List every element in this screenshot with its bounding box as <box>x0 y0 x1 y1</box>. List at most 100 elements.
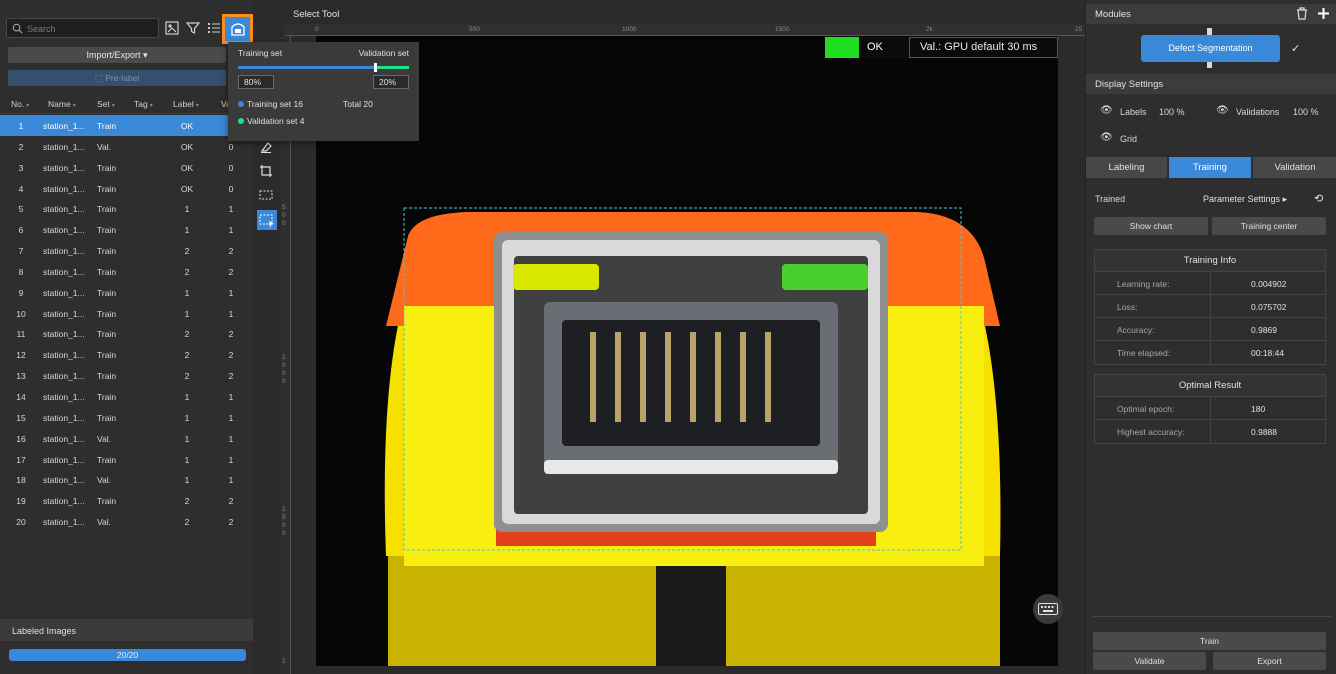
table-row[interactable]: 8 station_1... Train 2 2 <box>0 261 253 282</box>
table-row[interactable]: 15 station_1... Train 1 1 <box>0 407 253 428</box>
cell-no: 19 <box>16 496 26 507</box>
cell-no: 9 <box>18 287 24 298</box>
ruler-tick: 2k <box>926 26 933 33</box>
table-row[interactable]: 6 station_1... Train 1 1 <box>0 219 253 240</box>
cell-name: station_1... <box>43 412 85 423</box>
cell-set: Train <box>97 266 117 277</box>
info-key: Optimal epoch: <box>1117 404 1175 414</box>
parameter-settings-link[interactable]: Parameter Settings ▸ <box>1203 194 1287 205</box>
tab-labeling[interactable]: Labeling <box>1086 157 1167 178</box>
image-canvas[interactable] <box>316 36 1058 666</box>
table-row[interactable]: 16 station_1... Val. 1 1 <box>0 428 253 449</box>
trash-icon[interactable] <box>1296 7 1308 20</box>
table-row[interactable]: 12 station_1... Train 2 2 <box>0 344 253 365</box>
column-header[interactable]: Name ▾ <box>48 99 76 109</box>
ruler-tick: 0 <box>315 26 319 33</box>
modules-title: Modules <box>1095 9 1131 20</box>
labels-opacity[interactable]: 100 % <box>1159 107 1185 117</box>
ruler-horizontal: 0 500 1000 1500 2k 25 <box>285 24 1085 36</box>
cell-va: 2 <box>228 496 234 507</box>
cell-name: station_1... <box>43 141 85 152</box>
image-filter-icon[interactable] <box>163 19 181 37</box>
cell-va: 1 <box>228 454 234 465</box>
split-slider[interactable] <box>238 63 409 72</box>
validation-pct-field[interactable]: 20% <box>373 75 409 89</box>
table-row[interactable]: 13 station_1... Train 2 2 <box>0 365 253 386</box>
table-row[interactable]: 19 station_1... Train 2 2 <box>0 490 253 511</box>
select-tool-icon[interactable] <box>257 210 277 230</box>
module-defect-segmentation[interactable]: Defect Segmentation <box>1141 35 1280 62</box>
table-row[interactable]: 17 station_1... Train 1 1 <box>0 449 253 470</box>
cell-no: 15 <box>16 412 26 423</box>
cell-name: station_1... <box>43 433 85 444</box>
table-row[interactable]: 7 station_1... Train 2 2 <box>0 240 253 261</box>
filter-icon[interactable] <box>184 19 202 37</box>
validation-count: Validation set 4 <box>238 116 305 126</box>
table-row[interactable]: 5 station_1... Train 1 1 <box>0 198 253 219</box>
table-row[interactable]: 3 station_1... Train OK 0 <box>0 157 253 178</box>
cell-no: 6 <box>18 225 24 236</box>
column-header[interactable]: No. ▾ <box>11 99 29 109</box>
tab-training[interactable]: Training <box>1169 157 1251 178</box>
training-info-table: Training Info Learning rate: 0.004902 Loss… <box>1094 249 1326 365</box>
cell-no: 7 <box>18 246 24 257</box>
search-input[interactable]: Search <box>6 18 159 38</box>
validate-button[interactable]: Validate <box>1093 652 1206 670</box>
eye-icon[interactable]: 👁 <box>1216 105 1229 116</box>
table-row[interactable]: 18 station_1... Val. 1 1 <box>0 469 253 490</box>
current-tool-label: Select Tool <box>293 9 340 20</box>
list-view-icon[interactable] <box>205 19 223 37</box>
cell-name: station_1... <box>43 350 85 361</box>
column-header[interactable]: Tag ▾ <box>134 99 153 109</box>
table-row[interactable]: 4 station_1... Train OK 0 <box>0 178 253 199</box>
table-row[interactable]: 14 station_1... Train 1 1 <box>0 386 253 407</box>
split-slider-handle[interactable] <box>373 63 377 72</box>
cell-va: 1 <box>228 225 234 236</box>
cell-label: 1 <box>184 308 190 319</box>
labeled-progress-bar: 20/20 <box>9 649 246 661</box>
info-value: 0.004902 <box>1251 279 1287 289</box>
column-header[interactable]: Set ▾ <box>97 99 115 109</box>
cell-set: Train <box>97 204 117 215</box>
dataset-split-button[interactable] <box>222 14 253 44</box>
status-ok-text: OK <box>859 37 909 58</box>
crop-icon[interactable] <box>259 164 275 180</box>
cell-name: station_1... <box>43 308 85 319</box>
add-icon[interactable] <box>1317 7 1330 20</box>
cell-name: station_1... <box>43 517 85 528</box>
table-row[interactable]: 10 station_1... Train 1 1 <box>0 303 253 324</box>
cell-name: station_1... <box>43 475 85 486</box>
table-row[interactable]: 11 station_1... Train 2 2 <box>0 323 253 344</box>
train-button[interactable]: Train <box>1093 632 1326 650</box>
column-header[interactable]: Label ▾ <box>173 99 199 109</box>
cell-set: Train <box>97 350 117 361</box>
history-icon[interactable]: ⟲ <box>1314 192 1323 205</box>
table-row[interactable]: 20 station_1... Val. 2 2 <box>0 511 253 532</box>
tab-validation[interactable]: Validation <box>1253 157 1336 178</box>
export-button[interactable]: Export <box>1213 652 1326 670</box>
cell-label: OK <box>180 121 194 131</box>
check-icon: ✓ <box>1291 43 1301 55</box>
eraser-icon[interactable] <box>259 140 275 156</box>
eye-icon[interactable]: 👁 <box>1100 132 1113 143</box>
ruler-tick: 2 <box>282 658 286 665</box>
labels-toggle-label: Labels <box>1120 107 1147 117</box>
keyboard-shortcuts-button[interactable] <box>1033 594 1063 624</box>
import-export-button[interactable]: Import/Export ▾ <box>8 47 226 63</box>
training-pct-field[interactable]: 80% <box>238 75 274 89</box>
ruler-tick: 1000 <box>622 26 637 33</box>
ruler-tick: 1500 <box>775 26 790 33</box>
table-row[interactable]: 1 station_1... Train OK <box>0 115 253 136</box>
validations-opacity[interactable]: 100 % <box>1293 107 1319 117</box>
info-row: Accuracy: 0.9869 <box>1095 318 1325 341</box>
table-row[interactable]: 2 station_1... Val. OK 0 <box>0 136 253 157</box>
eye-icon[interactable]: 👁 <box>1100 105 1113 116</box>
cell-no: 10 <box>16 308 26 319</box>
table-row[interactable]: 9 station_1... Train 1 1 <box>0 282 253 303</box>
training-center-button[interactable]: Training center <box>1212 217 1326 235</box>
prelabel-button[interactable]: ⬚ Pre-label <box>8 70 226 86</box>
info-key: Learning rate: <box>1117 279 1170 289</box>
status-indicator <box>825 37 859 58</box>
show-chart-button[interactable]: Show chart <box>1094 217 1208 235</box>
rect-select-icon[interactable] <box>259 188 275 204</box>
